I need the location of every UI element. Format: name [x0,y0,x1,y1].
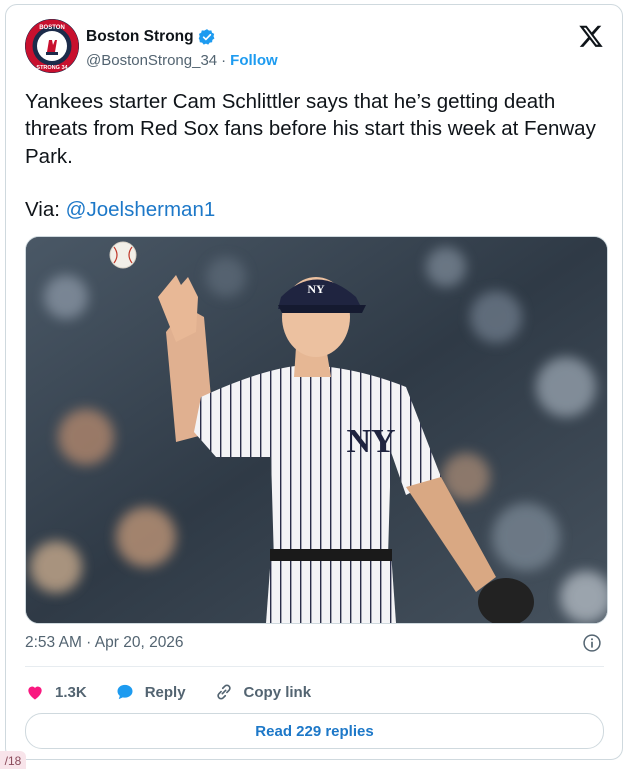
x-logo-icon[interactable] [578,23,604,49]
divider [25,666,604,667]
author-name-line: Boston Strong [86,28,216,46]
follow-button[interactable]: Follow [230,52,278,69]
avatar-text-bottom: STRONG 34 [36,65,68,71]
author-handle[interactable]: @BostonStrong_34 [86,52,217,69]
reply-bubble-icon [117,684,133,700]
avatar[interactable]: BOSTON STRONG 34 [25,19,79,73]
post-media-image[interactable]: NY NY [25,236,608,624]
info-icon[interactable] [582,633,602,653]
author-display-name[interactable]: Boston Strong [86,28,194,46]
post-card[interactable]: BOSTON STRONG 34 Boston Strong @BostonSt… [5,4,623,760]
author-handle-line: @BostonStrong_34 · Follow [86,52,278,69]
link-icon [216,684,231,700]
heart-icon [28,686,42,700]
like-count: 1.3K [55,683,87,701]
post-header: BOSTON STRONG 34 Boston Strong @BostonSt… [25,19,604,75]
copy-link-label: Copy link [243,683,312,701]
copy-link-button[interactable]: Copy link [214,682,312,702]
like-button[interactable]: 1.3K [25,682,87,702]
post-text: Yankees starter Cam Schlittler says that… [25,90,596,168]
cap-logo-text: NY [307,282,325,296]
handle-separator: · [221,52,227,69]
via-mention-link[interactable]: @Joelsherman1 [66,198,216,221]
post-via-line: Via: @Joelsherman1 [25,196,215,223]
page-counter-badge: /18 [0,751,26,769]
reply-button[interactable]: Reply [115,682,186,702]
reply-label: Reply [144,683,186,701]
post-timestamp[interactable]: 2:53 AM · Apr 20, 2026 [25,634,184,652]
post-actions: 1.3K Reply Copy link [25,677,339,707]
jersey-logo-text: NY [346,423,395,460]
read-replies-button[interactable]: Read 229 replies [25,713,604,749]
via-label: Via: [25,198,60,221]
verified-badge-icon [198,29,215,45]
avatar-text-top: BOSTON [39,25,65,31]
